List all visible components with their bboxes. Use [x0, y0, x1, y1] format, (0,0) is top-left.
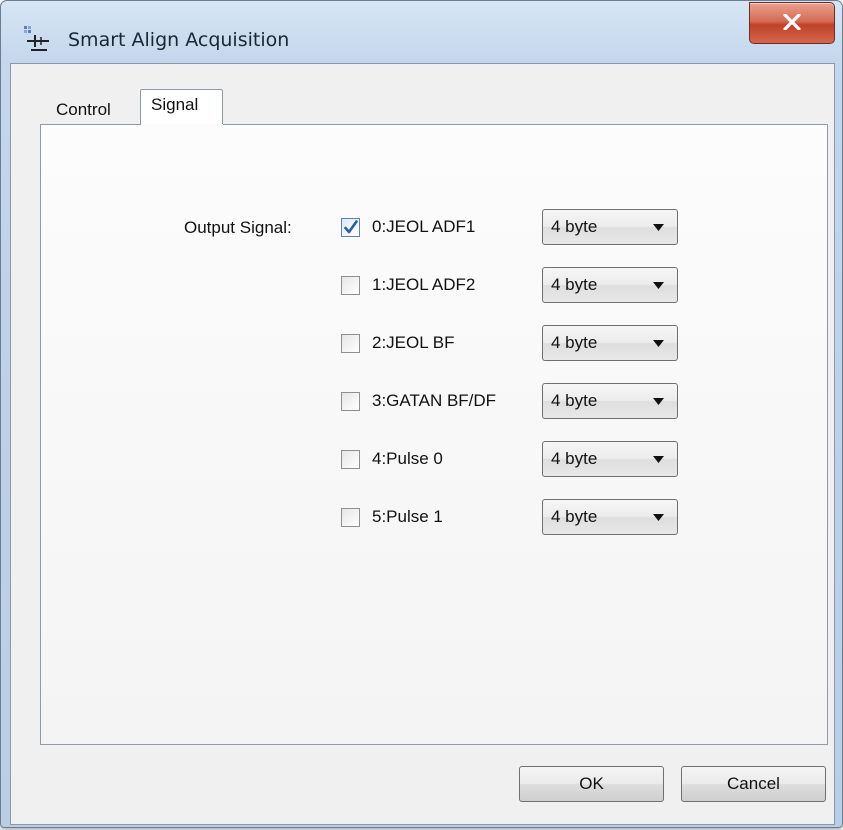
chevron-down-icon [653, 282, 664, 289]
chevron-down-icon [653, 340, 664, 347]
signal-checkbox-1[interactable] [341, 276, 360, 295]
select-value: 4 byte [551, 217, 598, 236]
close-button[interactable] [749, 2, 835, 44]
close-icon [783, 14, 801, 30]
tab-signal[interactable]: Signal [140, 89, 223, 127]
signal-checkbox-2[interactable] [341, 334, 360, 353]
signal-label-3: 3:GATAN BF/DF [372, 391, 497, 410]
window-title: Smart Align Acquisition [68, 29, 290, 51]
signal-checkbox-0[interactable] [341, 218, 360, 237]
signal-checkbox-3[interactable] [341, 392, 360, 411]
chevron-down-icon [653, 398, 664, 405]
signal-tab-panel: Output Signal: 0:JEOL ADF1 4 byte 1:JEOL… [40, 124, 828, 745]
align-acquisition-icon [23, 25, 53, 53]
signal-label-2: 2:JEOL BF [372, 333, 455, 352]
chevron-down-icon [653, 224, 664, 231]
select-value: 4 byte [551, 275, 598, 294]
byte-format-select-1[interactable]: 4 byte [542, 267, 678, 303]
byte-format-select-0[interactable]: 4 byte [542, 209, 678, 245]
byte-format-select-4[interactable]: 4 byte [542, 441, 678, 477]
signal-row: 1:JEOL ADF2 4 byte [41, 267, 827, 303]
signal-row: 0:JEOL ADF1 4 byte [41, 209, 827, 245]
cancel-button[interactable]: Cancel [681, 766, 826, 802]
select-value: 4 byte [551, 333, 598, 352]
byte-format-select-3[interactable]: 4 byte [542, 383, 678, 419]
dialog-window: Smart Align Acquisition Control Signal O… [0, 0, 843, 828]
signal-label-0: 0:JEOL ADF1 [372, 217, 476, 236]
title-bar[interactable]: Smart Align Acquisition [1, 1, 842, 63]
signal-checkbox-5[interactable] [341, 508, 360, 527]
signal-checkbox-4[interactable] [341, 450, 360, 469]
signal-row: 2:JEOL BF 4 byte [41, 325, 827, 361]
select-value: 4 byte [551, 391, 598, 410]
chevron-down-icon [653, 456, 664, 463]
dialog-client-area: Control Signal Output Signal: 0:JEOL ADF… [10, 63, 835, 825]
signal-label-4: 4:Pulse 0 [372, 449, 443, 468]
signal-label-1: 1:JEOL ADF2 [372, 275, 476, 294]
tab-signal-label: Signal [151, 95, 199, 114]
signal-row: 5:Pulse 1 4 byte [41, 499, 827, 535]
select-value: 4 byte [551, 507, 598, 526]
select-value: 4 byte [551, 449, 598, 468]
tab-control-label: Control [56, 100, 111, 119]
checkmark-icon [344, 220, 358, 234]
ok-button[interactable]: OK [519, 766, 664, 802]
chevron-down-icon [653, 514, 664, 521]
signal-row: 3:GATAN BF/DF 4 byte [41, 383, 827, 419]
byte-format-select-5[interactable]: 4 byte [542, 499, 678, 535]
signal-row: 4:Pulse 0 4 byte [41, 441, 827, 477]
signal-label-5: 5:Pulse 1 [372, 507, 443, 526]
byte-format-select-2[interactable]: 4 byte [542, 325, 678, 361]
